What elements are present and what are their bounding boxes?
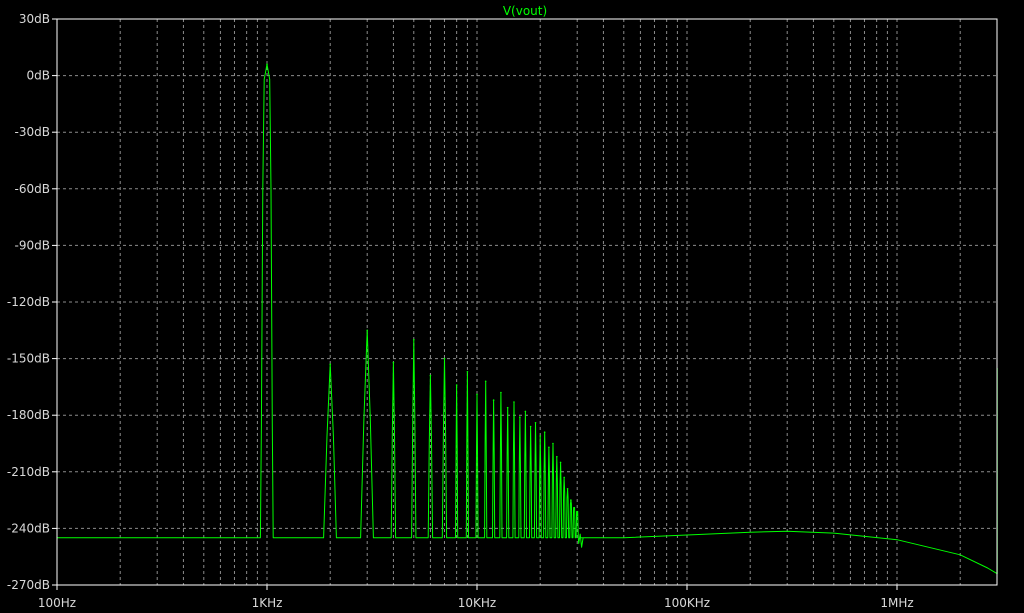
trace-title[interactable]: V(vout) (503, 4, 547, 18)
harmonic-peak-point (466, 371, 469, 373)
harmonic-peak-point (559, 461, 562, 464)
y-tick-label: -90dB (15, 238, 50, 252)
harmonic-peak-point (563, 476, 565, 479)
y-tick-label: -30dB (15, 125, 50, 139)
y-tick-label: -210dB (7, 465, 50, 479)
x-tick-label: 10KHz (458, 596, 496, 610)
harmonic-peak-point (392, 361, 395, 364)
harmonic-peak-point (412, 338, 415, 341)
harmonic-peak-point (506, 406, 509, 409)
harmonic-peak-point (513, 401, 515, 403)
harmonic-peak-point (556, 455, 558, 458)
harmonic-peak-point (500, 391, 502, 394)
harmonic-peak-point (366, 329, 368, 332)
spectrum-plot: 30dB 0dB -30dB -60dB -90dB -120dB -150dB -180dB… (0, 0, 1024, 613)
harmonic-peak-point (576, 514, 578, 516)
harmonic-peak-point (443, 357, 446, 360)
y-tick-label: -240dB (7, 521, 50, 535)
harmonic-peak-point (570, 499, 572, 501)
harmonic-peak-point (552, 442, 554, 445)
harmonic-peak-point (529, 425, 532, 428)
y-tick-label: -60dB (15, 182, 50, 196)
x-tick-label: 100Hz (38, 596, 76, 610)
harmonic-peak-point (476, 393, 478, 396)
fundamental-peak-point (266, 63, 268, 66)
y-tick-label: 0dB (27, 69, 50, 83)
y-tick-label: 30dB (19, 12, 50, 26)
y-tick-label: -120dB (7, 295, 50, 309)
y-tick-label: -180dB (7, 408, 50, 422)
harmonic-peak-point (429, 374, 432, 377)
plot-background (0, 0, 1024, 613)
x-tick-label: 1KHz (252, 596, 283, 610)
harmonic-peak-point (548, 446, 550, 449)
harmonic-peak-point (519, 416, 521, 418)
x-tick-label: 1MHz (880, 596, 913, 610)
y-tick-label: -150dB (7, 352, 50, 366)
harmonic-peak-point (455, 384, 458, 386)
harmonic-peak-point (534, 421, 537, 424)
harmonic-peak-point (566, 487, 569, 490)
y-tick-label: -270dB (7, 578, 50, 592)
harmonic-peak-point (543, 431, 546, 433)
x-tick-label: 100KHz (664, 596, 710, 610)
harmonic-peak-point (524, 410, 527, 413)
harmonic-peak-point (539, 435, 542, 437)
harmonic-peak-point (492, 399, 495, 401)
harmonic-peak-point (484, 380, 487, 383)
harmonic-peak-point (329, 363, 332, 366)
harmonic-peak-point (573, 506, 575, 509)
